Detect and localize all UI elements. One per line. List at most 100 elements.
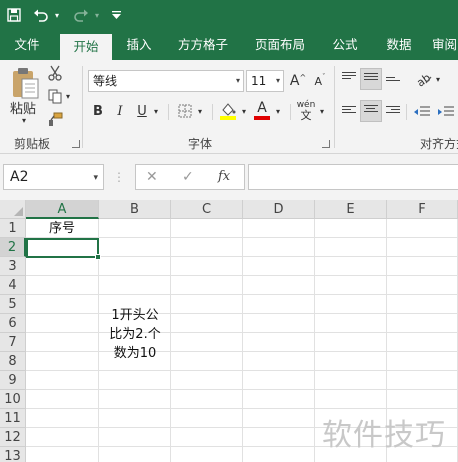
- formula-input[interactable]: [248, 164, 458, 190]
- font-name-select[interactable]: 等线 ▾: [88, 70, 244, 92]
- cell-b10[interactable]: [99, 390, 171, 409]
- tab-formulas[interactable]: 公式: [322, 30, 368, 60]
- undo-icon[interactable]: [32, 5, 50, 25]
- undo-dropdown-icon[interactable]: ▾: [52, 5, 62, 25]
- cell-f8[interactable]: [387, 352, 458, 371]
- fill-handle[interactable]: [95, 254, 101, 260]
- row-header-7[interactable]: 7: [0, 333, 26, 352]
- row-header-8[interactable]: 8: [0, 352, 26, 371]
- row-header-1[interactable]: 1: [0, 219, 26, 238]
- cell-a1[interactable]: 序号: [26, 219, 99, 238]
- bottom-align-icon[interactable]: [384, 70, 402, 90]
- cell-d5[interactable]: [243, 295, 315, 314]
- font-name-dropdown-icon[interactable]: ▾: [236, 71, 240, 91]
- cell-c10[interactable]: [171, 390, 243, 409]
- cell-d10[interactable]: [243, 390, 315, 409]
- tab-review[interactable]: 审阅: [432, 30, 458, 60]
- font-color-dropdown-icon[interactable]: ▾: [274, 105, 282, 117]
- cell-c5[interactable]: [171, 295, 243, 314]
- cell-d3[interactable]: [243, 257, 315, 276]
- cell-b3[interactable]: [99, 257, 171, 276]
- cell-d9[interactable]: [243, 371, 315, 390]
- bold-button[interactable]: B: [90, 102, 106, 120]
- fill-color-dropdown-icon[interactable]: ▾: [240, 105, 248, 117]
- cell-f3[interactable]: [387, 257, 458, 276]
- cell-d6[interactable]: [243, 314, 315, 333]
- cell-d7[interactable]: [243, 333, 315, 352]
- tab-fangfang[interactable]: 方方格子: [170, 30, 236, 60]
- redo-icon[interactable]: [72, 5, 90, 25]
- font-color-icon[interactable]: A: [252, 98, 272, 122]
- cell-a4[interactable]: [26, 276, 99, 295]
- select-all-button[interactable]: [0, 200, 26, 219]
- row-header-12[interactable]: 12: [0, 428, 26, 447]
- cell-f5[interactable]: [387, 295, 458, 314]
- paste-button[interactable]: 粘贴: [6, 98, 40, 117]
- cell-f4[interactable]: [387, 276, 458, 295]
- italic-button[interactable]: I: [112, 102, 128, 120]
- redo-dropdown-icon[interactable]: ▾: [92, 5, 102, 25]
- column-header-e[interactable]: E: [315, 200, 387, 219]
- enter-icon[interactable]: ✓: [182, 165, 194, 189]
- cell-a3[interactable]: [26, 257, 99, 276]
- tab-insert[interactable]: 插入: [116, 30, 162, 60]
- row-header-10[interactable]: 10: [0, 390, 26, 409]
- cell-f2[interactable]: [387, 238, 458, 257]
- row-header-13[interactable]: 13: [0, 447, 26, 462]
- cell-c11[interactable]: [171, 409, 243, 428]
- column-header-f[interactable]: F: [387, 200, 458, 219]
- phonetic-dropdown-icon[interactable]: ▾: [318, 105, 326, 117]
- cell-e4[interactable]: [315, 276, 387, 295]
- cell-c3[interactable]: [171, 257, 243, 276]
- cell-a12[interactable]: [26, 428, 99, 447]
- borders-icon[interactable]: [176, 102, 194, 120]
- cell-c6[interactable]: [171, 314, 243, 333]
- align-center-icon[interactable]: [360, 100, 382, 122]
- tab-page-layout[interactable]: 页面布局: [246, 30, 314, 60]
- phonetic-guide-icon[interactable]: wén 文: [296, 100, 316, 122]
- cell-b4[interactable]: [99, 276, 171, 295]
- cell-c1[interactable]: [171, 219, 243, 238]
- tab-file[interactable]: 文件: [0, 30, 54, 60]
- cell-c8[interactable]: [171, 352, 243, 371]
- name-box-dropdown-icon[interactable]: ▾: [93, 166, 98, 190]
- formula-bar-grip-icon[interactable]: ⋮: [113, 168, 125, 186]
- cancel-icon[interactable]: ✕: [146, 165, 158, 189]
- orientation-icon[interactable]: ab: [414, 70, 434, 88]
- cell-c12[interactable]: [171, 428, 243, 447]
- save-icon[interactable]: [6, 5, 22, 25]
- cell-b12[interactable]: [99, 428, 171, 447]
- increase-font-size-icon[interactable]: A ^: [290, 72, 306, 90]
- cell-d12[interactable]: [243, 428, 315, 447]
- cell-e9[interactable]: [315, 371, 387, 390]
- cell-b2[interactable]: [99, 238, 171, 257]
- decrease-indent-icon[interactable]: [412, 102, 432, 122]
- cell-d4[interactable]: [243, 276, 315, 295]
- paste-dropdown-icon[interactable]: ▾: [14, 115, 34, 125]
- clipboard-launcher-icon[interactable]: [72, 140, 80, 148]
- cell-d1[interactable]: [243, 219, 315, 238]
- font-launcher-icon[interactable]: [322, 140, 330, 148]
- cell-e7[interactable]: [315, 333, 387, 352]
- cell-a13[interactable]: [26, 447, 99, 462]
- cell-e5[interactable]: [315, 295, 387, 314]
- cell-a5[interactable]: [26, 295, 99, 314]
- format-painter-icon[interactable]: [46, 110, 64, 128]
- font-size-dropdown-icon[interactable]: ▾: [276, 71, 280, 91]
- cell-b13[interactable]: [99, 447, 171, 462]
- cell-e1[interactable]: [315, 219, 387, 238]
- cell-a6[interactable]: [26, 314, 99, 333]
- cell-d11[interactable]: [243, 409, 315, 428]
- increase-indent-icon[interactable]: [436, 102, 456, 122]
- cell-b5-note[interactable]: 1开头公 比为2.个 数为10: [100, 306, 170, 363]
- cell-c7[interactable]: [171, 333, 243, 352]
- cell-a8[interactable]: [26, 352, 99, 371]
- column-header-b[interactable]: B: [99, 200, 171, 219]
- cell-e2[interactable]: [315, 238, 387, 257]
- cell-f10[interactable]: [387, 390, 458, 409]
- cell-b9[interactable]: [99, 371, 171, 390]
- cell-d8[interactable]: [243, 352, 315, 371]
- column-header-a[interactable]: A: [26, 200, 99, 219]
- cell-d13[interactable]: [243, 447, 315, 462]
- row-header-5[interactable]: 5: [0, 295, 26, 314]
